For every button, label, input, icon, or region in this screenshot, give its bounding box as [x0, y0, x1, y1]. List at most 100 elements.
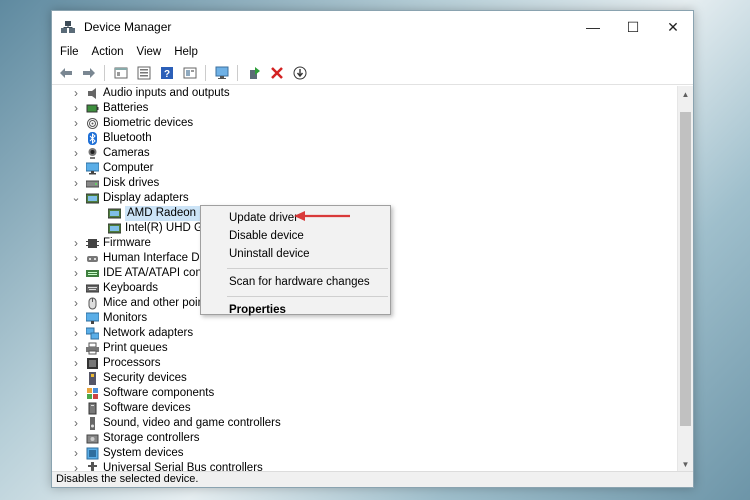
firmware-icon — [86, 237, 99, 250]
fingerprint-icon — [86, 117, 99, 130]
tree-item-label: Firmware — [103, 237, 151, 249]
chevron-right-icon[interactable]: › — [71, 416, 81, 431]
scroll-up-icon[interactable]: ▲ — [678, 86, 693, 103]
tree-item-label: Display adapters — [103, 192, 189, 204]
tree-item-storage-controllers[interactable]: › Storage controllers — [52, 431, 679, 446]
toolbar-separator — [205, 64, 206, 81]
toolbar: ? — [52, 61, 693, 85]
tree-item-label: Biometric devices — [103, 117, 194, 129]
help-icon[interactable]: ? — [157, 63, 177, 83]
chevron-right-icon[interactable]: › — [71, 116, 81, 131]
bluetooth-icon — [86, 132, 99, 145]
chevron-right-icon[interactable]: › — [71, 176, 81, 191]
display-adapter-icon — [107, 207, 122, 220]
chevron-right-icon[interactable]: › — [71, 386, 81, 401]
tree-item-print-queues[interactable]: › Print queues — [52, 341, 679, 356]
monitor-scan-icon[interactable] — [212, 63, 232, 83]
tree-item-label: Network adapters — [103, 327, 194, 339]
minimize-button[interactable]: — — [573, 11, 613, 43]
chevron-right-icon[interactable]: › — [71, 86, 81, 101]
view-icon[interactable] — [180, 63, 200, 83]
chevron-right-icon[interactable]: › — [71, 131, 81, 146]
chevron-right-icon[interactable]: › — [71, 356, 81, 371]
disk-drive-icon — [85, 177, 100, 190]
menu-action[interactable]: Action — [92, 46, 124, 58]
tree-item-label: Batteries — [103, 102, 149, 114]
tree-item-software-devices[interactable]: › Software devices — [52, 401, 679, 416]
chevron-right-icon[interactable]: › — [71, 251, 81, 266]
tree-item-system-devices[interactable]: › System devices — [52, 446, 679, 461]
forward-arrow-icon[interactable] — [79, 63, 99, 83]
monitor-icon — [85, 312, 100, 325]
chevron-right-icon[interactable]: › — [71, 266, 81, 281]
chevron-right-icon[interactable]: › — [71, 236, 81, 251]
tree-item-batteries[interactable]: › Batteries — [52, 101, 679, 116]
network-icon — [85, 327, 100, 340]
tree-item-network-adapters[interactable]: › Network adapters — [52, 326, 679, 341]
tree-item-disk-drives[interactable]: › Disk drives — [52, 176, 679, 191]
chevron-right-icon[interactable]: › — [71, 311, 81, 326]
chevron-right-icon[interactable]: › — [71, 101, 81, 116]
tree-item-label: Monitors — [103, 312, 148, 324]
menu-item-scan-hardware[interactable]: Scan for hardware changes — [201, 273, 390, 291]
vertical-scrollbar[interactable]: ▲ ▼ — [677, 86, 693, 473]
tree-item-label: Software devices — [103, 402, 191, 414]
scroll-thumb[interactable] — [680, 112, 691, 426]
software-component-icon — [86, 387, 99, 400]
tree-item-security-devices[interactable]: › Security devices — [52, 371, 679, 386]
storage-icon — [86, 432, 99, 445]
display-adapter-icon — [85, 192, 100, 205]
tree-item-label: Bluetooth — [103, 132, 152, 144]
camera-icon — [86, 147, 99, 160]
hid-icon — [86, 252, 99, 265]
tree-item-processors[interactable]: › Processors — [52, 356, 679, 371]
uninstall-x-icon[interactable] — [267, 63, 287, 83]
title-bar[interactable]: Device Manager — ☐ ✕ — [52, 11, 693, 43]
tree-item-sound-video-and-game-controllers[interactable]: › Sound, video and game controllers — [52, 416, 679, 431]
tree-item-label: Sound, video and game controllers — [103, 417, 281, 429]
tree-item-software-components[interactable]: › Software components — [52, 386, 679, 401]
chevron-right-icon[interactable]: › — [71, 326, 81, 341]
system-icon — [86, 447, 99, 460]
menu-file[interactable]: File — [60, 46, 79, 58]
annotation-arrow-icon — [294, 211, 350, 221]
tree-item-display-adapters[interactable]: ⌄ Display adapters — [52, 191, 679, 206]
chevron-down-icon[interactable]: ⌄ — [71, 191, 81, 206]
update-driver-icon[interactable] — [244, 63, 264, 83]
menu-help[interactable]: Help — [174, 46, 198, 58]
tree-item-bluetooth[interactable]: › Bluetooth — [52, 131, 679, 146]
menu-item-disable-device[interactable]: Disable device — [201, 227, 390, 245]
window-title: Device Manager — [84, 20, 172, 34]
tree-item-biometric-devices[interactable]: › Biometric devices — [52, 116, 679, 131]
chevron-right-icon[interactable]: › — [71, 446, 81, 461]
chevron-right-icon[interactable]: › — [71, 161, 81, 176]
maximize-button[interactable]: ☐ — [613, 11, 653, 43]
chevron-right-icon[interactable]: › — [71, 146, 81, 161]
printer-icon — [86, 342, 99, 355]
tree-item-computer[interactable]: › Computer — [52, 161, 679, 176]
properties-icon[interactable] — [111, 63, 131, 83]
chevron-right-icon[interactable]: › — [71, 431, 81, 446]
processor-icon — [86, 357, 99, 370]
tree-item-audio-inputs-and-outputs[interactable]: › Audio inputs and outputs — [52, 86, 679, 101]
menu-item-properties[interactable]: Properties — [201, 301, 390, 319]
menu-item-uninstall-device[interactable]: Uninstall device — [201, 245, 390, 263]
chevron-right-icon[interactable]: › — [71, 341, 81, 356]
tree-item-cameras[interactable]: › Cameras — [52, 146, 679, 161]
display-adapter-icon — [107, 222, 122, 235]
back-arrow-icon[interactable] — [56, 63, 76, 83]
download-circle-icon[interactable] — [290, 63, 310, 83]
tree-item-label: Audio inputs and outputs — [103, 87, 230, 99]
chevron-right-icon[interactable]: › — [71, 371, 81, 386]
tree-item-label: Security devices — [103, 372, 187, 384]
device-list-icon[interactable] — [134, 63, 154, 83]
close-button[interactable]: ✕ — [653, 11, 693, 43]
status-text: Disables the selected device. — [56, 473, 199, 485]
chevron-right-icon[interactable]: › — [71, 296, 81, 311]
chevron-right-icon[interactable]: › — [71, 401, 81, 416]
mouse-icon — [86, 297, 99, 310]
tree-item-label: Processors — [103, 357, 161, 369]
tree-item-label: System devices — [103, 447, 184, 459]
chevron-right-icon[interactable]: › — [71, 281, 81, 296]
menu-view[interactable]: View — [137, 46, 162, 58]
